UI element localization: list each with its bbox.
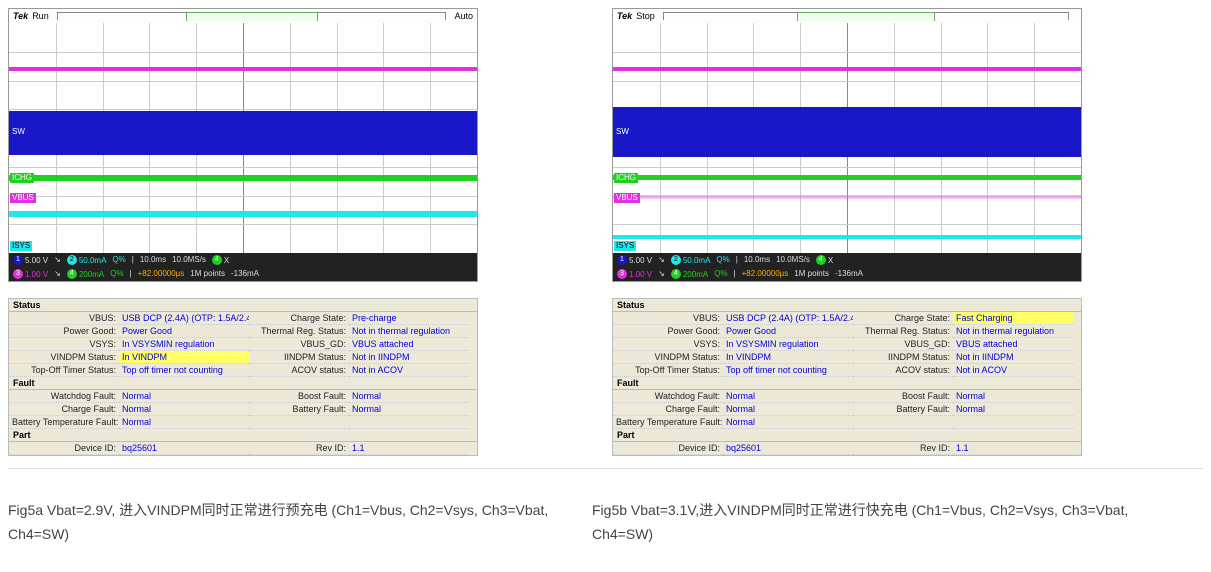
trace-vbus	[613, 67, 1081, 71]
ch-label-vbus: VBUS	[10, 193, 36, 203]
scope-zoom-bracket	[57, 12, 447, 20]
caption-5b: Fig5b Vbat=3.1V,进入VINDPM同时正常进行快充电 (Ch1=V…	[592, 499, 1152, 547]
part-header: Part	[9, 429, 477, 442]
trace-vbus	[9, 67, 477, 71]
fault-header: Fault	[9, 377, 477, 390]
fault-grid: Watchdog Fault:NormalBoost Fault:NormalC…	[9, 390, 477, 429]
ch-label-vbus: VBUS	[614, 193, 640, 203]
trace-sw	[9, 111, 477, 155]
oscilloscope-b: Tek Stop ▼ SW ICHG VBUS ISYS	[612, 8, 1082, 282]
scope-zoom-bracket	[663, 12, 1069, 20]
status-grid: VBUS:USB DCP (2.4A) (OTP: 1.5A/2.4A)Char…	[9, 312, 477, 377]
status-header: Status	[9, 299, 477, 312]
ch-label-sw: SW	[10, 127, 27, 137]
trace-sw	[613, 107, 1081, 157]
scope-acq-mode: Auto	[454, 11, 473, 21]
part-grid: Device ID: bq25601 Rev ID: 1.1	[9, 442, 477, 455]
oscilloscope-a: Tek Run Auto ▼ SW ICHG VBUS ISYS	[8, 8, 478, 282]
part-header: Part	[613, 429, 1081, 442]
ch-label-isys: ISYS	[614, 241, 636, 251]
status-panel-a: Status VBUS:USB DCP (2.4A) (OTP: 1.5A/2.…	[8, 298, 478, 456]
scope-brand: Tek	[617, 11, 632, 21]
figure-5a: Tek Run Auto ▼ SW ICHG VBUS ISYS	[8, 8, 588, 456]
scope-brand: Tek	[13, 11, 28, 21]
status-grid: VBUS:USB DCP (2.4A) (OTP: 1.5A/2.4A)Char…	[613, 312, 1081, 377]
trace-isys	[613, 235, 1081, 239]
fault-grid: Watchdog Fault:NormalBoost Fault:NormalC…	[613, 390, 1081, 429]
figure-5b: Tek Stop ▼ SW ICHG VBUS ISYS	[612, 8, 1192, 456]
status-panel-b: Status VBUS:USB DCP (2.4A) (OTP: 1.5A/2.…	[612, 298, 1082, 456]
scope-run-state: Stop	[636, 11, 655, 21]
status-header: Status	[613, 299, 1081, 312]
figure-pair: Tek Run Auto ▼ SW ICHG VBUS ISYS	[8, 8, 1203, 456]
ch-label-isys: ISYS	[10, 241, 32, 251]
trace-ichg	[9, 175, 477, 181]
fault-header: Fault	[613, 377, 1081, 390]
scope-grid: SW ICHG VBUS ISYS	[613, 23, 1081, 253]
ch-label-ichg: ICHG	[614, 173, 638, 183]
ch-label-ichg: ICHG	[10, 173, 34, 183]
ch-label-sw: SW	[614, 127, 631, 137]
caption-row: Fig5a Vbat=2.9V, 进入VINDPM同时正常进行预充电 (Ch1=…	[8, 481, 1203, 547]
part-grid: Device ID: bq25601 Rev ID: 1.1	[613, 442, 1081, 455]
caption-5a: Fig5a Vbat=2.9V, 进入VINDPM同时正常进行预充电 (Ch1=…	[8, 499, 568, 547]
scope-run-state: Run	[32, 11, 49, 21]
trace-isys	[9, 211, 477, 217]
trace-ichg	[613, 175, 1081, 180]
scope-readout: 15.00 V ↘ 250.0mA Q% | 10.0ms 10.0MS/s 4…	[9, 253, 477, 281]
scope-grid: SW ICHG VBUS ISYS	[9, 23, 477, 253]
scope-readout: 15.00 V ↘ 250.0mA Q% | 10.0ms 10.0MS/s 4…	[613, 253, 1081, 281]
trace-vbus2	[613, 195, 1081, 199]
caption-separator	[8, 468, 1203, 469]
